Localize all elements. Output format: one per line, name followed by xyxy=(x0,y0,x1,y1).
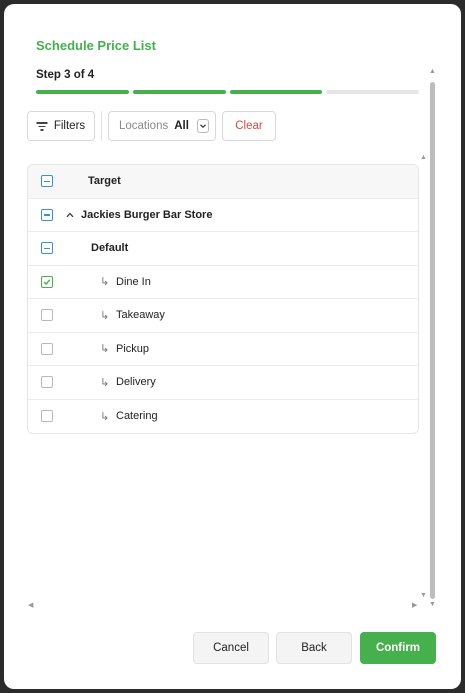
table-scroll-down-arrow-icon[interactable]: ▼ xyxy=(420,592,427,599)
select-all-checkbox[interactable] xyxy=(41,175,53,188)
locations-label: Locations xyxy=(119,120,169,132)
dine-in-checkbox[interactable] xyxy=(41,275,53,288)
child-arrow-icon: ↳ xyxy=(100,343,110,356)
check-icon xyxy=(43,279,51,285)
back-button[interactable]: Back xyxy=(276,632,352,664)
target-tree-table: Target Jackies Burger Bar Store Default … xyxy=(27,164,419,434)
dine-in-label: Dine In xyxy=(116,275,151,288)
vertical-scrollbar[interactable] xyxy=(430,82,435,599)
filter-icon xyxy=(36,122,48,131)
child-arrow-icon: ↳ xyxy=(100,410,110,423)
catering-label: Catering xyxy=(116,410,158,423)
cancel-button[interactable]: Cancel xyxy=(193,632,269,664)
scroll-right-arrow-icon[interactable]: ▶ xyxy=(412,601,417,609)
default-label: Default xyxy=(91,242,129,255)
delivery-checkbox[interactable] xyxy=(41,376,53,389)
child-arrow-icon: ↳ xyxy=(100,276,110,289)
child-arrow-icon: ↳ xyxy=(100,309,110,322)
store-checkbox[interactable] xyxy=(41,208,53,221)
locations-select[interactable]: Locations All xyxy=(108,111,216,141)
confirm-button[interactable]: Confirm xyxy=(360,632,436,664)
schedule-price-list-dialog: Schedule Price List Step 3 of 4 Filters … xyxy=(4,4,461,689)
chevron-down-icon[interactable] xyxy=(196,119,209,133)
catering-checkbox[interactable] xyxy=(41,410,53,423)
takeaway-label: Takeaway xyxy=(116,309,165,322)
toolbar-divider xyxy=(101,111,102,141)
pickup-label: Pickup xyxy=(116,342,150,355)
target-column-header: Target xyxy=(88,175,121,188)
scroll-up-arrow-icon[interactable]: ▲ xyxy=(429,68,436,75)
child-arrow-icon: ↳ xyxy=(100,376,110,389)
store-label: Jackies Burger Bar Store xyxy=(81,208,213,221)
table-header-row: Target xyxy=(28,165,418,199)
progress-segment xyxy=(36,90,129,94)
table-scroll-up-arrow-icon[interactable]: ▲ xyxy=(420,154,427,161)
step-indicator: Step 3 of 4 xyxy=(36,69,95,81)
delivery-label: Delivery xyxy=(116,376,156,389)
tree-row-takeaway[interactable]: ↳ Takeaway xyxy=(28,299,418,333)
pickup-checkbox[interactable] xyxy=(41,342,53,355)
tree-row-default[interactable]: Default xyxy=(28,232,418,266)
takeaway-checkbox[interactable] xyxy=(41,309,53,322)
tree-row-delivery[interactable]: ↳ Delivery xyxy=(28,366,418,400)
scroll-left-arrow-icon[interactable]: ◀ xyxy=(28,601,33,609)
filters-button[interactable]: Filters xyxy=(27,111,95,141)
progress-segment xyxy=(326,90,419,94)
chevron-up-icon[interactable] xyxy=(65,212,75,218)
scroll-down-arrow-icon[interactable]: ▼ xyxy=(429,601,436,608)
default-checkbox[interactable] xyxy=(41,242,53,255)
filter-toolbar: Filters Locations All Clear xyxy=(27,111,276,141)
progress-segment xyxy=(229,90,323,94)
progress-segment xyxy=(132,90,226,94)
step-progress-bar xyxy=(36,90,419,94)
filters-button-label: Filters xyxy=(53,120,86,132)
dialog-title: Schedule Price List xyxy=(36,38,156,53)
tree-row-catering[interactable]: ↳ Catering xyxy=(28,400,418,434)
locations-value: All xyxy=(174,120,189,132)
tree-row-pickup[interactable]: ↳ Pickup xyxy=(28,333,418,366)
clear-button[interactable]: Clear xyxy=(222,111,276,141)
tree-row-store[interactable]: Jackies Burger Bar Store xyxy=(28,199,418,232)
tree-row-dine-in[interactable]: ↳ Dine In xyxy=(28,266,418,299)
